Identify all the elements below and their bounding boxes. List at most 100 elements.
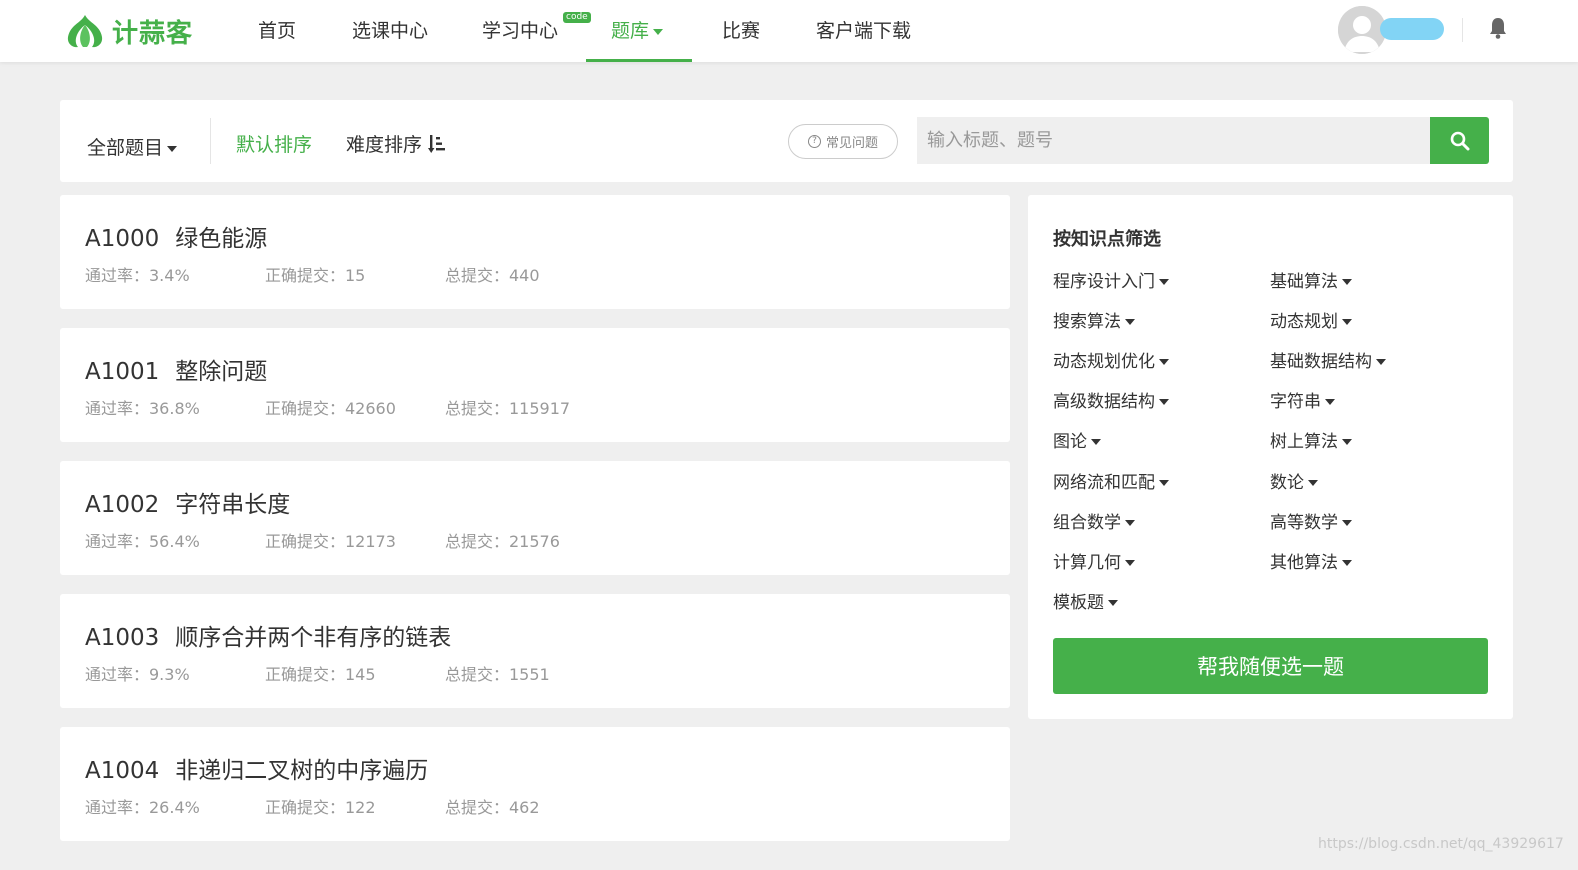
- correct-submissions: 正确提交：145: [265, 665, 376, 684]
- problem-name: 顺序合并两个非有序的链表: [175, 625, 452, 651]
- tag-label: 其他算法: [1270, 553, 1338, 573]
- tag-number-theory[interactable]: 数论: [1270, 468, 1318, 493]
- nav-home[interactable]: 首页: [258, 0, 296, 62]
- tag-label: 动态规划优化: [1053, 352, 1155, 372]
- chevron-down-icon: [1108, 600, 1118, 606]
- tag-label: 字符串: [1270, 392, 1321, 412]
- tag-dynamic-programming[interactable]: 动态规划: [1270, 307, 1352, 332]
- chevron-down-icon: [1125, 319, 1135, 325]
- garlic-logo-icon: [67, 15, 103, 48]
- chevron-down-icon: [1342, 560, 1352, 566]
- tag-label: 模板题: [1053, 593, 1104, 613]
- tag-template-problems[interactable]: 模板题: [1053, 588, 1118, 613]
- problem-title[interactable]: A1002 字符串长度: [85, 485, 290, 519]
- chevron-down-icon: [1159, 480, 1169, 486]
- chevron-down-icon: [1342, 319, 1352, 325]
- tag-dp-optimization[interactable]: 动态规划优化: [1053, 347, 1169, 372]
- tag-label: 高等数学: [1270, 513, 1338, 533]
- chevron-down-icon: [653, 28, 664, 35]
- nav-problem-bank[interactable]: 题库: [611, 0, 664, 62]
- tag-tree-algorithms[interactable]: 树上算法: [1270, 427, 1352, 452]
- code-badge: code: [563, 12, 591, 23]
- nav-learning-center[interactable]: 学习中心: [482, 0, 558, 62]
- tag-basic-algorithms[interactable]: 基础算法: [1270, 267, 1352, 292]
- divider: [210, 118, 211, 164]
- tag-label: 基础算法: [1270, 272, 1338, 292]
- tag-label: 高级数据结构: [1053, 392, 1155, 412]
- problem-title[interactable]: A1003 顺序合并两个非有序的链表: [85, 618, 451, 652]
- tag-other-algorithms[interactable]: 其他算法: [1270, 548, 1352, 573]
- problem-card[interactable]: A1004 非递归二叉树的中序遍历 通过率：26.4% 正确提交：122 总提交：…: [60, 727, 1010, 841]
- problem-id: A1004: [85, 758, 160, 784]
- chevron-down-icon: [1342, 520, 1352, 526]
- pass-rate: 通过率：56.4%: [85, 532, 200, 551]
- bell-icon[interactable]: [1487, 16, 1509, 40]
- problem-id: A1001: [85, 359, 160, 385]
- tag-label: 搜索算法: [1053, 312, 1121, 332]
- nav-client-download[interactable]: 客户端下载: [816, 0, 911, 62]
- search-button[interactable]: [1430, 117, 1489, 164]
- problem-card[interactable]: A1002 字符串长度 通过率：56.4% 正确提交：12173 总提交：2157…: [60, 461, 1010, 575]
- correct-submissions: 正确提交：122: [265, 798, 376, 817]
- faq-button[interactable]: ? 常见问题: [788, 124, 898, 159]
- problem-card[interactable]: A1000 绿色能源 通过率：3.4% 正确提交：15 总提交：440: [60, 195, 1010, 309]
- problem-name: 字符串长度: [175, 492, 291, 518]
- correct-submissions: 正确提交：42660: [265, 399, 396, 418]
- tag-combinatorics[interactable]: 组合数学: [1053, 508, 1135, 533]
- question-icon: ?: [807, 135, 821, 148]
- pass-rate: 通过率：26.4%: [85, 798, 200, 817]
- tag-advanced-math[interactable]: 高等数学: [1270, 508, 1352, 533]
- correct-submissions: 正确提交：15: [265, 266, 366, 285]
- header-divider: [1462, 18, 1463, 42]
- sort-default-button[interactable]: 默认排序: [236, 130, 312, 157]
- all-problems-dropdown[interactable]: 全部题目: [87, 133, 178, 160]
- sort-difficulty-label: 难度排序: [346, 134, 423, 156]
- filter-bar: 全部题目 默认排序 难度排序 ? 常见问题: [60, 100, 1513, 182]
- problem-card[interactable]: A1001 整除问题 通过率：36.8% 正确提交：42660 总提交：11591…: [60, 328, 1010, 442]
- tag-label: 组合数学: [1053, 513, 1121, 533]
- correct-submissions: 正确提交：12173: [265, 532, 396, 551]
- panel-title: 按知识点筛选: [1053, 229, 1161, 250]
- faq-label: 常见问题: [825, 136, 878, 151]
- problem-name: 非递归二叉树的中序遍历: [175, 758, 429, 784]
- search-input[interactable]: [917, 117, 1431, 164]
- chevron-down-icon: [1308, 480, 1318, 486]
- tag-advanced-data-structures[interactable]: 高级数据结构: [1053, 387, 1169, 412]
- tag-strings[interactable]: 字符串: [1270, 387, 1335, 412]
- problem-id: A1000: [85, 226, 160, 252]
- problem-title[interactable]: A1004 非递归二叉树的中序遍历: [85, 751, 428, 785]
- random-problem-button[interactable]: 帮我随便选一题: [1053, 638, 1488, 694]
- avatar[interactable]: [1338, 6, 1386, 54]
- active-nav-indicator: [586, 59, 692, 62]
- all-problems-label: 全部题目: [87, 137, 164, 159]
- problem-title[interactable]: A1001 整除问题: [85, 352, 267, 386]
- chevron-down-icon: [1091, 439, 1101, 445]
- pass-rate: 通过率：36.8%: [85, 399, 200, 418]
- problem-name: 整除问题: [175, 359, 268, 385]
- tag-graph-theory[interactable]: 图论: [1053, 427, 1101, 452]
- username-redacted[interactable]: [1380, 18, 1444, 40]
- sort-difficulty-button[interactable]: 难度排序: [346, 130, 446, 157]
- nav-contest[interactable]: 比赛: [722, 0, 760, 62]
- user-avatar-icon: [1338, 6, 1386, 54]
- total-submissions: 总提交：440: [445, 266, 540, 285]
- problem-id: A1003: [85, 625, 160, 651]
- total-submissions: 总提交：115917: [445, 399, 571, 418]
- problem-card[interactable]: A1003 顺序合并两个非有序的链表 通过率：9.3% 正确提交：145 总提交：…: [60, 594, 1010, 708]
- logo[interactable]: 计蒜客: [64, 12, 193, 50]
- chevron-down-icon: [1342, 279, 1352, 285]
- tag-basic-data-structures[interactable]: 基础数据结构: [1270, 347, 1386, 372]
- chevron-down-icon: [167, 145, 178, 152]
- tag-network-flow-matching[interactable]: 网络流和匹配: [1053, 468, 1169, 493]
- tag-label: 计算几何: [1053, 553, 1121, 573]
- chevron-down-icon: [1159, 359, 1169, 365]
- tag-computational-geometry[interactable]: 计算几何: [1053, 548, 1135, 573]
- problem-title[interactable]: A1000 绿色能源: [85, 219, 267, 253]
- tag-label: 树上算法: [1270, 432, 1338, 452]
- tag-program-design-intro[interactable]: 程序设计入门: [1053, 267, 1169, 292]
- logo-text: 计蒜客: [112, 18, 194, 49]
- chevron-down-icon: [1125, 520, 1135, 526]
- nav-course-center[interactable]: 选课中心: [352, 0, 428, 62]
- tag-search-algorithms[interactable]: 搜索算法: [1053, 307, 1135, 332]
- pass-rate: 通过率：9.3%: [85, 665, 190, 684]
